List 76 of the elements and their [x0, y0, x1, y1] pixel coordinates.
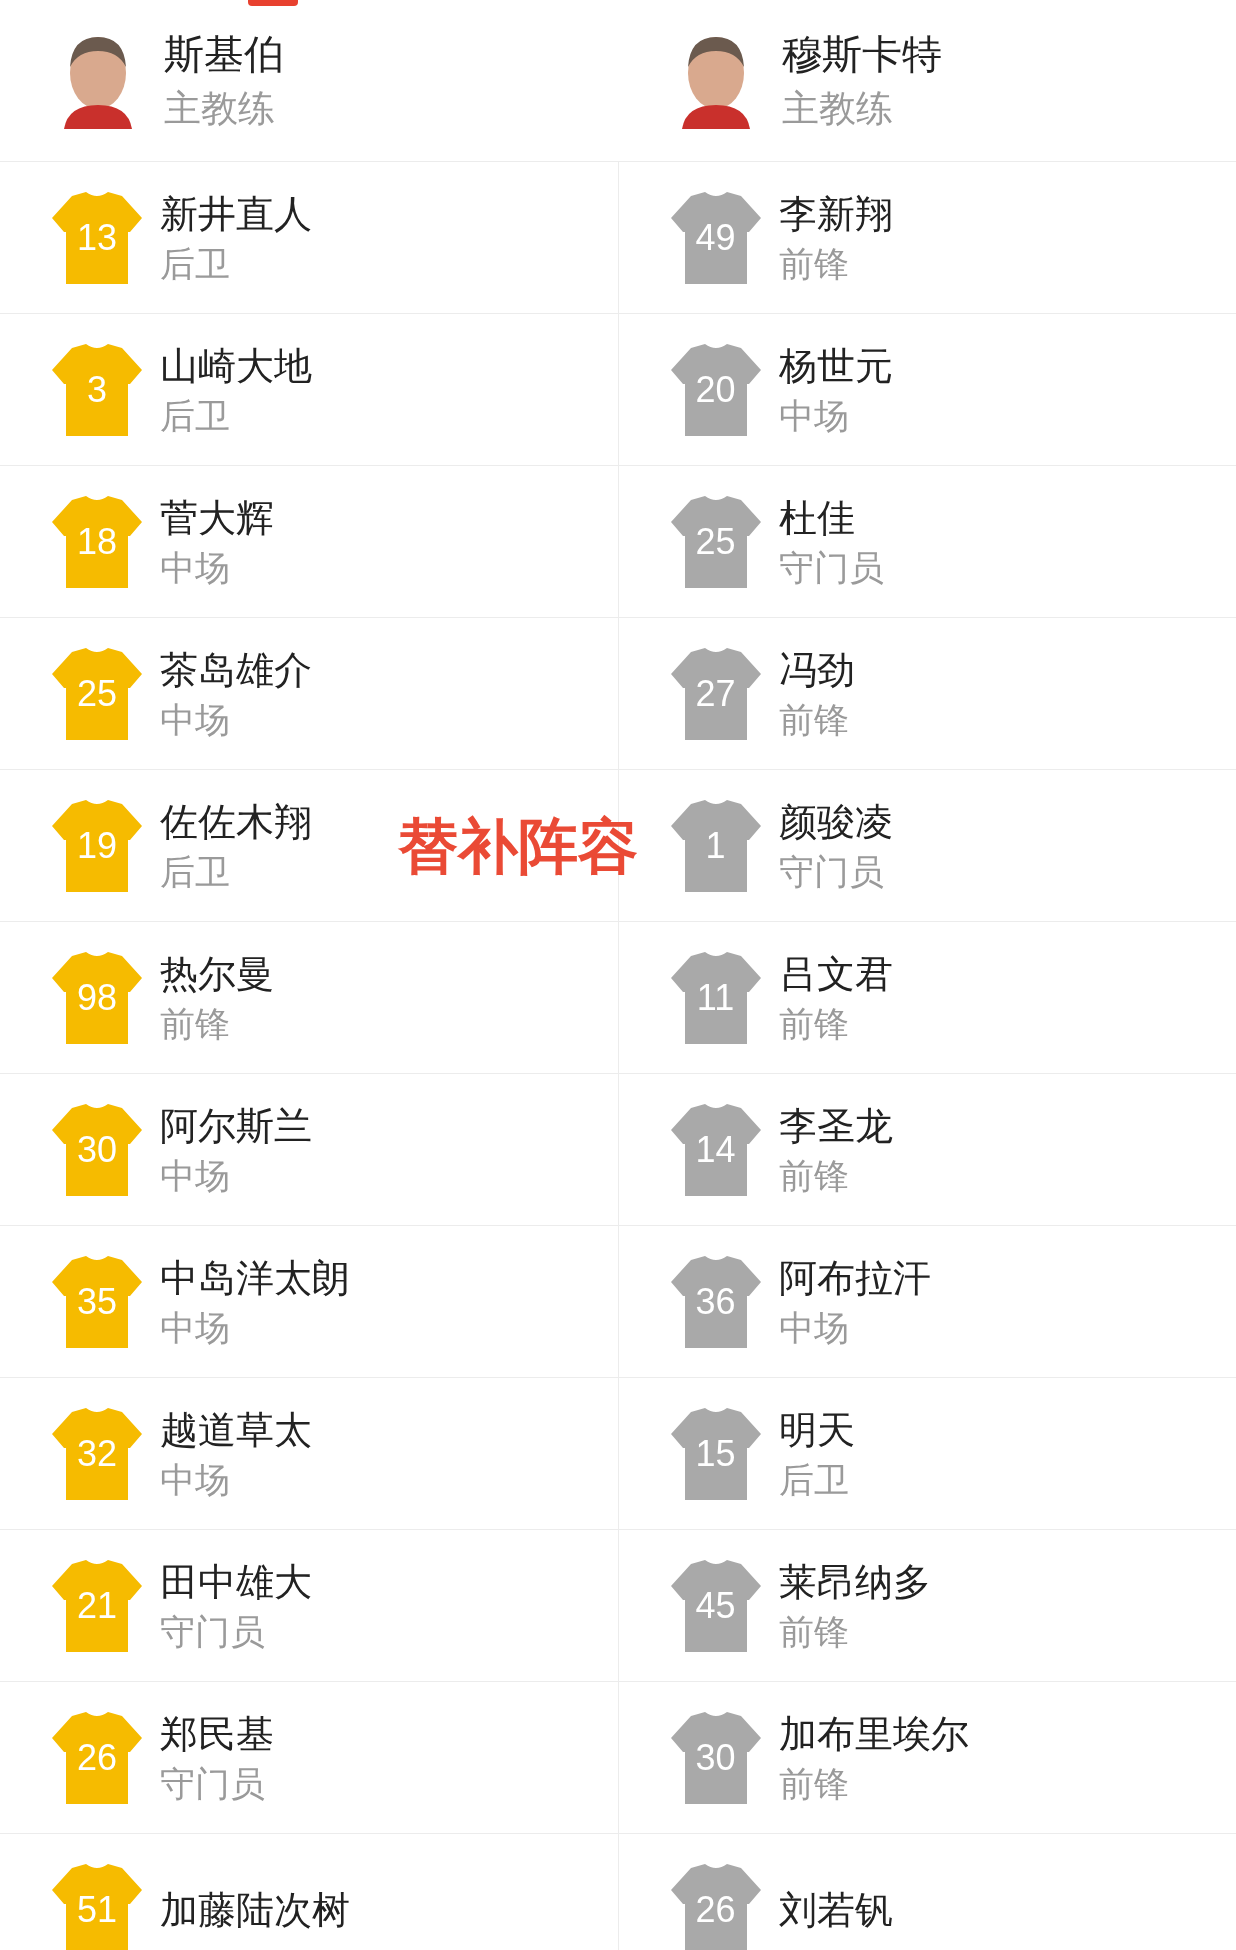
jersey-number: 21 — [75, 1585, 118, 1626]
player-name: 吕文君 — [778, 951, 893, 997]
player-position: 前锋 — [778, 1762, 850, 1805]
jersey-number: 32 — [75, 1433, 118, 1474]
player-name: 热尔曼 — [160, 951, 274, 997]
jersey-number: 14 — [694, 1129, 737, 1170]
player-name: 刘若钒 — [778, 1887, 893, 1933]
player-position: 前锋 — [778, 1002, 850, 1045]
player-name: 明天 — [778, 1407, 855, 1453]
player-name: 田中雄大 — [160, 1559, 312, 1605]
jersey-number: 26 — [694, 1889, 737, 1930]
coach-name: 穆斯卡特 — [782, 30, 942, 78]
player-position: 后卫 — [160, 850, 231, 893]
jersey-number: 27 — [694, 673, 737, 714]
jersey-number: 36 — [694, 1281, 737, 1322]
player-position: 守门员 — [160, 1762, 266, 1805]
player-position: 中场 — [160, 698, 231, 741]
jersey-number: 26 — [75, 1737, 118, 1778]
player-position: 前锋 — [778, 242, 850, 285]
coach-role: 主教练 — [164, 86, 276, 131]
player-name: 中岛洋太朗 — [160, 1255, 350, 1301]
player-position: 守门员 — [160, 1610, 266, 1653]
jersey-number: 19 — [75, 825, 118, 866]
jersey-number: 13 — [75, 217, 118, 258]
player-name: 阿布拉汗 — [778, 1255, 931, 1301]
jersey-number: 49 — [694, 217, 737, 258]
player-position: 中场 — [160, 546, 231, 589]
player-name: 郑民基 — [160, 1711, 274, 1757]
tab-indicator — [248, 0, 298, 6]
player-position: 前锋 — [160, 1002, 231, 1045]
player-name: 杜佳 — [778, 495, 856, 541]
player-position: 中场 — [778, 394, 850, 437]
player-position: 守门员 — [778, 546, 884, 589]
player-position: 前锋 — [778, 698, 850, 741]
jersey-number: 18 — [75, 521, 118, 562]
jersey-number: 15 — [694, 1433, 737, 1474]
player-position: 前锋 — [778, 1154, 850, 1197]
player-name: 颜骏凌 — [778, 799, 893, 845]
player-name: 加藤陆次树 — [160, 1887, 350, 1933]
jersey-number: 1 — [704, 825, 727, 866]
player-name: 菅大辉 — [160, 495, 274, 541]
coach-name: 斯基伯 — [164, 30, 284, 78]
player-name: 阿尔斯兰 — [160, 1103, 312, 1149]
player-position: 前锋 — [778, 1610, 850, 1653]
jersey-number: 45 — [694, 1585, 737, 1626]
player-position: 后卫 — [160, 242, 231, 285]
jersey-number: 25 — [694, 521, 737, 562]
jersey-number: 98 — [75, 977, 118, 1018]
player-name: 越道草太 — [160, 1407, 312, 1453]
player-position: 中场 — [778, 1306, 850, 1349]
player-name: 杨世元 — [778, 343, 893, 389]
player-position: 中场 — [160, 1458, 231, 1501]
jersey-number: 25 — [75, 673, 118, 714]
jersey-number: 51 — [75, 1889, 118, 1930]
jersey-number: 20 — [694, 369, 737, 410]
player-name: 李新翔 — [778, 191, 893, 237]
jersey-number: 30 — [75, 1129, 118, 1170]
player-name: 莱昂纳多 — [778, 1559, 931, 1605]
jersey-number: 30 — [694, 1737, 737, 1778]
jersey-number: 3 — [86, 369, 108, 410]
player-name: 冯劲 — [778, 647, 855, 693]
coach-role: 主教练 — [782, 86, 894, 131]
player-position: 中场 — [160, 1154, 231, 1197]
player-position: 中场 — [160, 1306, 231, 1349]
player-name: 加布里埃尔 — [778, 1711, 969, 1757]
player-name: 茶岛雄介 — [160, 647, 312, 693]
player-name: 佐佐木翔 — [160, 799, 312, 845]
player-position: 后卫 — [160, 394, 231, 437]
player-name: 李圣龙 — [778, 1103, 893, 1149]
jersey-number: 35 — [75, 1281, 118, 1322]
player-position: 后卫 — [778, 1458, 850, 1501]
player-position: 守门员 — [778, 850, 885, 893]
overlay-label: 替补阵容 — [398, 812, 638, 882]
player-name: 新井直人 — [160, 191, 312, 237]
player-name: 山崎大地 — [160, 343, 312, 389]
jersey-number: 11 — [695, 977, 736, 1018]
